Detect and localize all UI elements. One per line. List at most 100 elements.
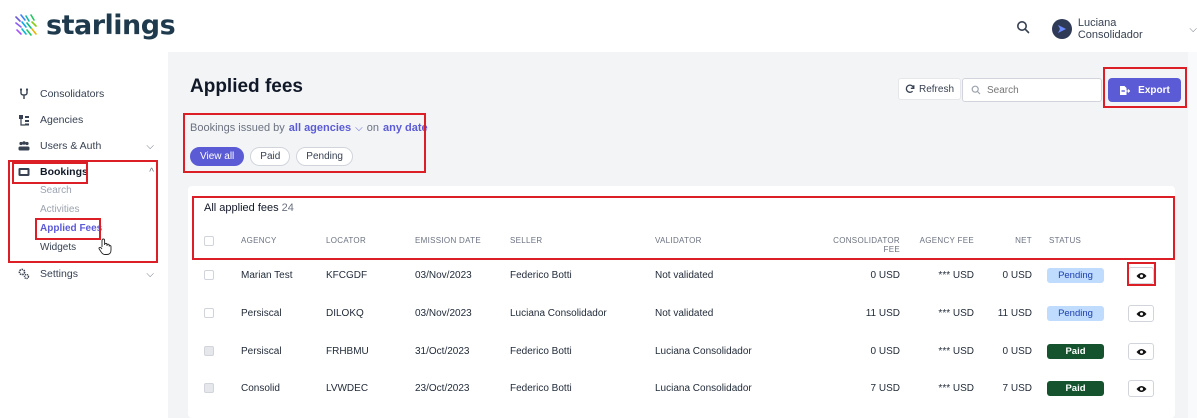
cell-seller: Luciana Consolidador xyxy=(510,308,607,319)
pill-pending[interactable]: Pending xyxy=(296,147,353,166)
column-header-status[interactable]: STATUS xyxy=(1049,236,1081,245)
search-icon[interactable] xyxy=(1016,20,1030,34)
cell-agency: Marian Test xyxy=(241,270,293,281)
user-name: Luciana Consolidador xyxy=(1077,17,1143,41)
cell-consolidator-fee: 7 USD xyxy=(870,383,900,394)
cell-seller: Federico Botti xyxy=(510,270,572,281)
cell-seller: Federico Botti xyxy=(510,346,572,357)
cell-validator: Not validated xyxy=(655,270,714,281)
sidebar-item-label: Settings xyxy=(40,268,78,280)
sidebar-item-settings[interactable]: Settings ⌵ xyxy=(18,268,154,280)
sidebar-subitem-activities[interactable]: Activities xyxy=(40,204,79,215)
sidebar-subitem-widgets[interactable]: Widgets xyxy=(40,242,76,253)
column-header-consolidator-fee[interactable]: CONSOLIDATOR FEE xyxy=(818,236,900,254)
cell-consolidator-fee: 0 USD xyxy=(870,270,900,281)
chevron-down-icon: ⌵ xyxy=(146,268,154,280)
column-header-seller[interactable]: SELLER xyxy=(510,236,542,245)
sidebar-item-agencies[interactable]: Agencies xyxy=(18,114,154,126)
search-input[interactable] xyxy=(987,84,1097,96)
status-filter-pills: View all Paid Pending xyxy=(190,147,353,166)
cell-locator: LVWDEC xyxy=(326,383,369,394)
export-label: Export xyxy=(1138,84,1170,96)
view-button[interactable] xyxy=(1128,380,1154,397)
sidebar-item-consolidators[interactable]: Consolidators xyxy=(18,88,154,100)
page-title: Applied fees xyxy=(190,76,303,97)
status-badge: Paid xyxy=(1047,381,1104,396)
sidebar: Consolidators Agencies Users & Auth ⌵ Bo… xyxy=(0,52,168,418)
sidebar-item-label: Users & Auth xyxy=(40,140,102,152)
user-menu[interactable]: Luciana Consolidador ⌵ xyxy=(1052,17,1197,41)
hand-cursor-icon xyxy=(98,238,112,255)
cell-net: 0 USD xyxy=(1002,270,1032,281)
date-filter-link[interactable]: any date xyxy=(383,122,428,134)
table-title: All applied fees 24 xyxy=(204,202,294,214)
select-all-checkbox[interactable] xyxy=(204,236,214,246)
page-scrollbar[interactable] xyxy=(1188,52,1197,418)
eye-icon xyxy=(1136,310,1146,317)
row-checkbox[interactable] xyxy=(204,270,214,280)
avatar-arrow-icon xyxy=(1057,25,1066,33)
cell-emission-date: 03/Nov/2023 xyxy=(415,308,472,319)
starlings-logo-icon xyxy=(15,13,37,36)
cell-agency: Consolid xyxy=(241,383,280,394)
cell-agency-fee: *** USD xyxy=(938,308,974,319)
booking-filter: Bookings issued by all agencies ⌵ on any… xyxy=(190,122,428,134)
chevron-down-icon[interactable]: ⌵ xyxy=(355,123,363,134)
cell-locator: FRHBMU xyxy=(326,346,369,357)
row-checkbox[interactable] xyxy=(204,308,214,318)
agencies-filter-link[interactable]: all agencies xyxy=(289,122,351,134)
cell-locator: KFCGDF xyxy=(326,270,368,281)
row-checkbox[interactable] xyxy=(204,346,214,356)
sidebar-subitem-applied-fees[interactable]: Applied Fees xyxy=(40,223,102,234)
view-button[interactable] xyxy=(1128,305,1154,322)
column-header-agency-fee[interactable]: AGENCY FEE xyxy=(914,236,974,245)
column-header-agency[interactable]: AGENCY xyxy=(241,236,277,245)
cell-agency-fee: *** USD xyxy=(938,270,974,281)
sidebar-item-label: Bookings xyxy=(40,166,88,178)
agencies-icon xyxy=(19,115,29,126)
brand-logo[interactable]: starlings xyxy=(14,10,176,41)
column-header-net[interactable]: NET xyxy=(994,236,1032,245)
pill-view-all[interactable]: View all xyxy=(190,147,245,166)
cell-consolidator-fee: 0 USD xyxy=(870,346,900,357)
export-button[interactable]: Export xyxy=(1108,78,1181,102)
cell-net: 7 USD xyxy=(1002,383,1032,394)
pill-paid[interactable]: Paid xyxy=(250,147,291,166)
sidebar-item-label: Agencies xyxy=(40,114,84,126)
cell-agency-fee: *** USD xyxy=(938,346,974,357)
cell-validator: Luciana Consolidador xyxy=(655,383,752,394)
refresh-label: Refresh xyxy=(919,83,955,95)
status-badge: Pending xyxy=(1047,306,1104,321)
refresh-button[interactable]: Refresh xyxy=(898,78,962,100)
eye-icon xyxy=(1136,272,1146,279)
view-button[interactable] xyxy=(1128,267,1154,284)
table-count: 24 xyxy=(281,202,294,214)
cell-net: 0 USD xyxy=(1002,346,1032,357)
users-icon xyxy=(18,141,30,151)
cell-agency: Persiscal xyxy=(241,346,282,357)
fork-icon xyxy=(19,88,29,99)
sidebar-item-label: Consolidators xyxy=(40,88,105,100)
row-checkbox[interactable] xyxy=(204,383,214,393)
applied-fees-table: All applied fees 24 AGENCY LOCATOR EMISS… xyxy=(188,186,1175,418)
top-bar: starlings Luciana Consolidador ⌵ xyxy=(0,0,1197,52)
chevron-down-icon: ⌵ xyxy=(146,140,154,152)
status-badge: Paid xyxy=(1047,344,1104,359)
export-icon xyxy=(1120,85,1131,95)
cell-emission-date: 03/Nov/2023 xyxy=(415,270,472,281)
table-title-text: All applied fees xyxy=(204,202,279,214)
cell-consolidator-fee: 11 USD xyxy=(865,308,900,319)
sidebar-item-users-auth[interactable]: Users & Auth ⌵ xyxy=(18,140,154,152)
column-header-validator[interactable]: VALIDATOR xyxy=(655,236,702,245)
sidebar-subitem-search[interactable]: Search xyxy=(40,185,72,196)
column-header-locator[interactable]: LOCATOR xyxy=(326,236,366,245)
filter-prefix: Bookings issued by xyxy=(190,122,285,134)
search-field[interactable] xyxy=(962,78,1102,102)
eye-icon xyxy=(1136,385,1146,392)
cell-validator: Not validated xyxy=(655,308,714,319)
status-badge: Pending xyxy=(1047,268,1104,283)
main-content: Applied fees Bookings issued by all agen… xyxy=(168,52,1197,418)
sidebar-item-bookings[interactable]: Bookings ^ xyxy=(18,166,154,178)
column-header-emission-date[interactable]: EMISSION DATE xyxy=(415,236,481,245)
view-button[interactable] xyxy=(1128,343,1154,360)
